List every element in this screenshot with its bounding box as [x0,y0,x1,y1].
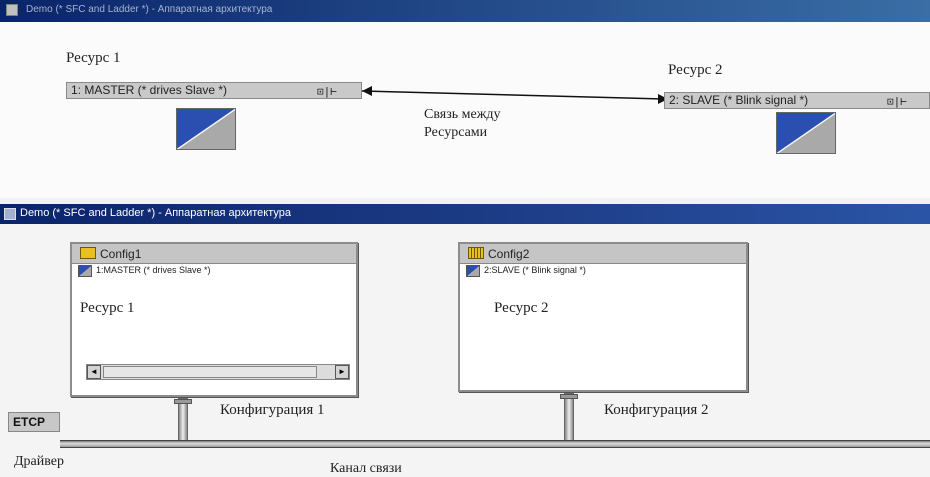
config2-caption: Конфигурация 2 [604,402,709,418]
top-window-title: Demo (* SFC and Ladder *) - Аппаратная а… [26,4,273,15]
driver-label: Драйвер [14,454,64,469]
config1-body-text: Ресурс 1 [80,300,135,316]
config1-titlebar[interactable]: Config1 [72,244,356,264]
bottom-window-titlebar: Demo (* SFC and Ladder *) - Аппаратная а… [0,204,930,224]
config1-name: Config1 [100,247,142,261]
config1-resource-text: 1:MASTER (* drives Slave *) [96,265,211,275]
resource2-bar-text: 2: SLAVE (* Blink signal *) [669,93,809,107]
config1-window[interactable]: Config1 1:MASTER (* drives Slave *) Ресу… [70,242,358,397]
connector-cap [560,394,578,399]
scroll-left-icon[interactable]: ◄ [87,365,101,379]
network-label[interactable]: ETCP [8,412,60,432]
config1-caption: Конфигурация 1 [220,402,325,418]
config2-titlebar[interactable]: Config2 [460,244,746,264]
config2-resource-item[interactable]: 2:SLAVE (* Blink signal *) [460,264,746,280]
config2-connector [560,393,578,442]
resource2-label: Ресурс 2 [668,62,723,78]
link-caption: Связь между Ресурсами [424,106,501,142]
resource-icon [78,265,92,277]
resources-canvas: Ресурс 1 1: MASTER (* drives Slave *) ⊡|… [0,22,930,198]
connector-cap [174,399,192,404]
top-window-titlebar: Demo (* SFC and Ladder *) - Аппаратная а… [0,0,930,22]
resource2-window-buttons[interactable]: ⊡|⊢ [887,94,907,109]
resource2-bar[interactable]: 2: SLAVE (* Blink signal *) ⊡|⊢ [664,92,930,109]
scroll-thumb[interactable] [103,366,317,378]
bottom-window-title: Demo (* SFC and Ladder *) - Аппаратная а… [20,207,291,219]
link-caption-line2: Ресурсами [424,125,488,140]
config2-name: Config2 [488,247,530,261]
config-icon [80,247,96,259]
resource-icon [466,265,480,277]
app-icon [6,4,18,16]
window-icon [4,208,16,220]
config2-body-text: Ресурс 2 [494,300,549,316]
network-bus[interactable] [60,440,930,448]
resource2-icon[interactable] [776,112,836,154]
config2-resource-text: 2:SLAVE (* Blink signal *) [484,265,586,275]
config2-window[interactable]: Config2 2:SLAVE (* Blink signal *) Ресур… [458,242,748,392]
scroll-right-icon[interactable]: ► [335,365,349,379]
link-caption-line1: Связь между [424,107,501,122]
config1-connector [174,398,192,442]
config1-resource-item[interactable]: 1:MASTER (* drives Slave *) [72,264,356,280]
config-icon [468,247,484,259]
config1-hscrollbar[interactable]: ◄ ► [86,364,350,380]
channel-label: Канал связи [330,461,402,476]
